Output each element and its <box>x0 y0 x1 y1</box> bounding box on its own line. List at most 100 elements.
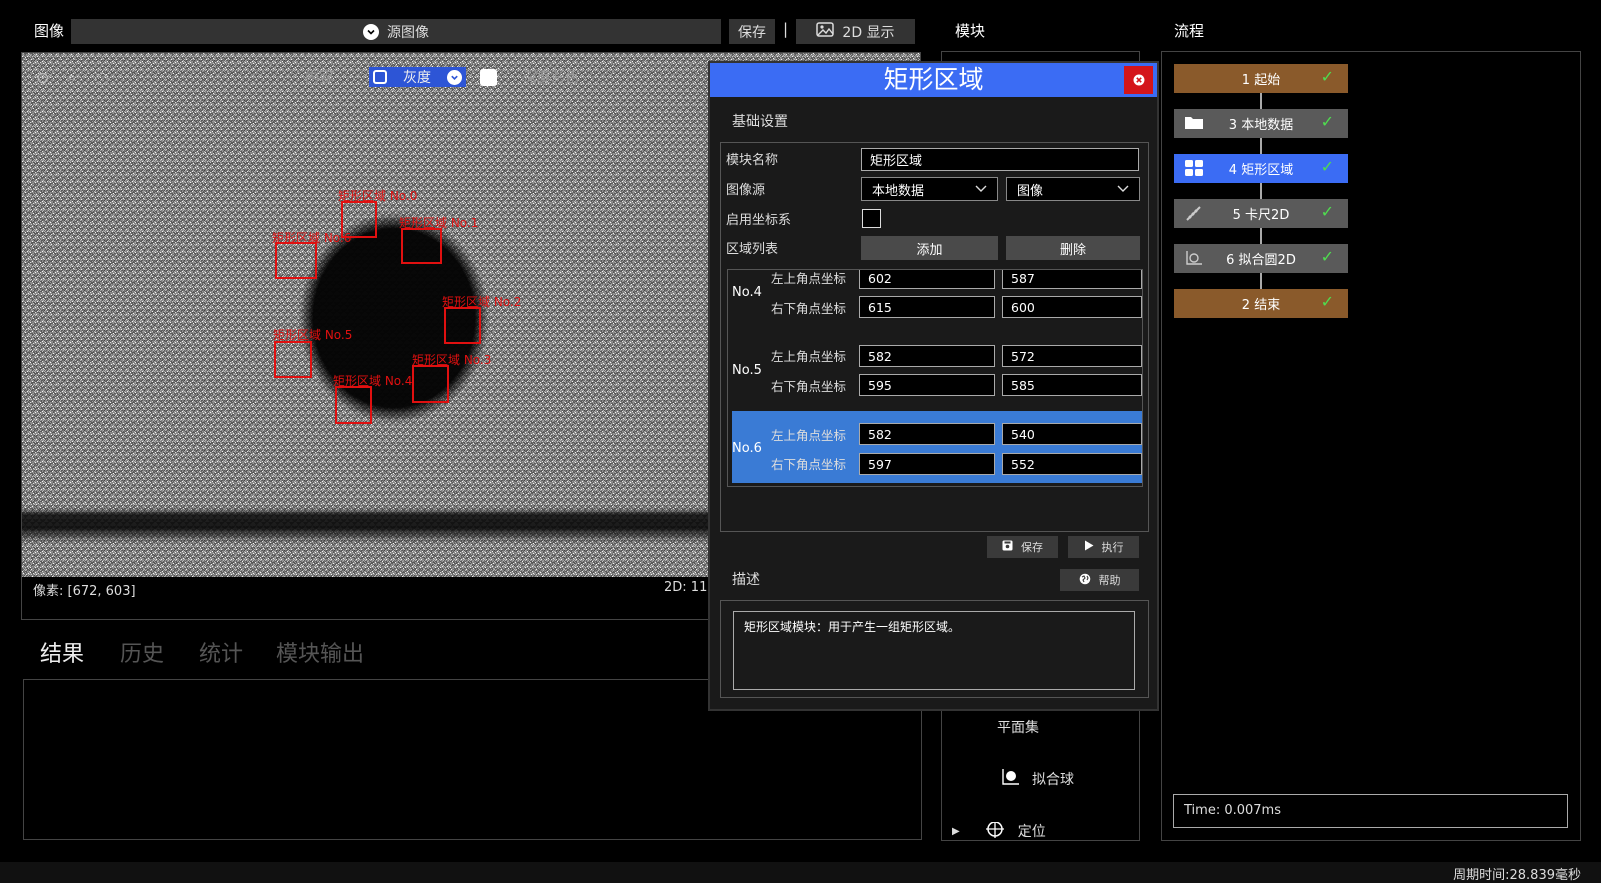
roi-label: 矩形区域 No.0 <box>338 189 418 203</box>
region-list-label: 区域列表 <box>726 242 779 257</box>
check-icon: ✓ <box>1320 202 1334 221</box>
description-box: 矩形区域模块：用于产生一组矩形区域。 <box>720 600 1149 698</box>
tab-statistics[interactable]: 统计 <box>199 636 243 668</box>
depth-color-checkbox[interactable] <box>480 68 497 86</box>
check-icon: ✓ <box>1320 247 1334 266</box>
region-tl-x[interactable]: 582 <box>859 423 995 445</box>
image-source-dropdown[interactable]: 源图像 <box>71 19 721 44</box>
image-sub-select[interactable]: 图像 <box>1006 177 1140 201</box>
roi-label: 矩形区域 No.4 <box>333 374 413 388</box>
dialog-title: 矩形区域 <box>710 63 1157 97</box>
bottom-right-label: 右下角点坐标 <box>771 457 847 472</box>
flow-item-fit-circle[interactable]: 6 拟合圆2D ✓ <box>1174 244 1348 273</box>
expand-arrow-icon: ▶ <box>952 825 960 837</box>
region-tl-x[interactable]: 602 <box>859 270 995 289</box>
check-icon: ✓ <box>1320 67 1334 86</box>
region-br-y[interactable]: 585 <box>1002 374 1142 396</box>
bottom-right-label: 右下角点坐标 <box>771 301 847 316</box>
close-button[interactable] <box>1124 66 1153 94</box>
flow-item-caliper[interactable]: 5 卡尺2D ✓ <box>1174 199 1348 228</box>
roi-box[interactable] <box>335 386 372 424</box>
roi-label: 矩形区域 No.2 <box>442 295 522 309</box>
depth-color-label: 深度彩色 <box>523 70 579 86</box>
module-name-label: 模块名称 <box>726 153 779 168</box>
tab-module-output[interactable]: 模块输出 <box>276 636 364 668</box>
reset-view-icon[interactable]: ⊙ <box>36 68 49 87</box>
flow-item-start[interactable]: 1 起始 ✓ <box>1174 64 1348 93</box>
toolbar-separator: | <box>783 20 789 38</box>
roi-box[interactable] <box>444 307 481 344</box>
module-item-locate[interactable]: ▶ 定位 <box>952 822 1046 840</box>
image-icon <box>816 22 835 41</box>
close-icon <box>1133 71 1145 90</box>
flow-connector <box>1260 183 1262 199</box>
bottom-right-label: 右下角点坐标 <box>771 379 847 394</box>
settings-box: 模块名称 矩形区域 图像源 本地数据 图像 启用坐标系 区域列表 添加 删除 N… <box>720 142 1149 532</box>
help-label: 帮助 <box>1098 574 1121 587</box>
flow-item-local-data[interactable]: 3 本地数据 ✓ <box>1174 109 1348 138</box>
region-br-x[interactable]: 595 <box>859 374 995 396</box>
save-label: 保存 <box>1021 541 1043 554</box>
run-button[interactable]: 执行 <box>1068 536 1139 558</box>
flow-panel: 1 起始 ✓ 3 本地数据 ✓ 4 矩形区域 ✓ 5 卡尺2D ✓ 6 拟合圆2… <box>1161 51 1581 841</box>
locate-label: 定位 <box>1017 824 1046 840</box>
region-br-y[interactable]: 600 <box>1002 296 1142 318</box>
top-left-label: 左上角点坐标 <box>771 428 847 443</box>
image-source-select[interactable]: 本地数据 <box>861 177 998 201</box>
roi-box[interactable] <box>275 242 317 279</box>
save-button[interactable]: 保存 <box>987 536 1058 558</box>
region-tl-x[interactable]: 582 <box>859 345 995 367</box>
save-icon <box>1002 540 1013 554</box>
flow-item-rect-region[interactable]: 4 矩形区域 ✓ <box>1174 154 1348 183</box>
zoom-icon[interactable]: ⌕ <box>67 67 76 87</box>
region-list[interactable]: No.4 左上角点坐标 602 587 右下角点坐标 615 600 No.5 … <box>727 269 1143 487</box>
region-tl-y[interactable]: 572 <box>1002 345 1142 367</box>
region-br-x[interactable]: 597 <box>859 453 995 475</box>
module-panel-title: 模块 <box>955 22 986 40</box>
region-tl-y[interactable]: 540 <box>1002 423 1142 445</box>
flow-connector <box>1260 93 1262 109</box>
basic-settings-heading: 基础设置 <box>732 114 788 130</box>
flow-item-end[interactable]: 2 结束 ✓ <box>1174 289 1348 318</box>
cycle-time: 周期时间:28.839毫秒 <box>1453 868 1581 883</box>
rect-region-dialog: 矩形区域 基础设置 模块名称 矩形区域 图像源 本地数据 图像 启用坐标系 区域… <box>708 61 1159 711</box>
module-item-fit-sphere[interactable]: 拟合球 <box>1000 768 1074 790</box>
check-icon: ✓ <box>1320 157 1334 176</box>
region-br-y[interactable]: 552 <box>1002 453 1142 475</box>
add-region-button[interactable]: 添加 <box>861 236 998 260</box>
roi-box[interactable] <box>274 341 312 378</box>
tab-results[interactable]: 结果 <box>40 636 84 668</box>
region-name: No.6 <box>732 441 762 456</box>
module-item-plane-set[interactable]: 平面集 <box>997 717 1039 737</box>
top-left-label: 左上角点坐标 <box>771 271 847 286</box>
display-2d-button[interactable]: 2D 显示 <box>796 19 915 44</box>
region-tl-y[interactable]: 587 <box>1002 270 1142 289</box>
check-icon: ✓ <box>1320 292 1334 311</box>
channel-label: 内容 <box>305 70 333 86</box>
pixel-readout: 像素: [672, 603] <box>33 584 136 599</box>
region-br-x[interactable]: 615 <box>859 296 995 318</box>
save-image-button[interactable]: 保存 <box>729 19 775 44</box>
flow-connector <box>1260 138 1262 154</box>
chevron-down-icon <box>1117 182 1129 197</box>
description-heading: 描述 <box>732 572 760 588</box>
gray-channel-toggle[interactable]: 灰度 <box>369 67 466 87</box>
delete-region-button[interactable]: 删除 <box>1006 236 1140 260</box>
chevron-down-icon <box>447 69 462 85</box>
roi-box[interactable] <box>412 365 449 403</box>
help-button[interactable]: 帮助 <box>1060 569 1139 591</box>
viewer-channel-bar: 内容 灰度 深度彩色 <box>305 65 579 89</box>
tab-history[interactable]: 历史 <box>120 636 164 668</box>
description-text[interactable]: 矩形区域模块：用于产生一组矩形区域。 <box>733 611 1135 690</box>
module-name-input[interactable]: 矩形区域 <box>861 148 1139 171</box>
pan-icon[interactable]: ◌ <box>94 68 108 87</box>
roi-box[interactable] <box>401 228 442 264</box>
coord-system-checkbox[interactable] <box>862 209 881 228</box>
chevron-down-icon <box>975 182 987 197</box>
locate-icon <box>985 822 1004 840</box>
display-2d-label: 2D 显示 <box>842 24 895 41</box>
check-icon: ✓ <box>1320 112 1334 131</box>
play-icon <box>1084 540 1094 554</box>
region-name: No.4 <box>732 285 762 300</box>
viewer-tools: ⊙ ⌕ ◌ <box>36 65 108 89</box>
